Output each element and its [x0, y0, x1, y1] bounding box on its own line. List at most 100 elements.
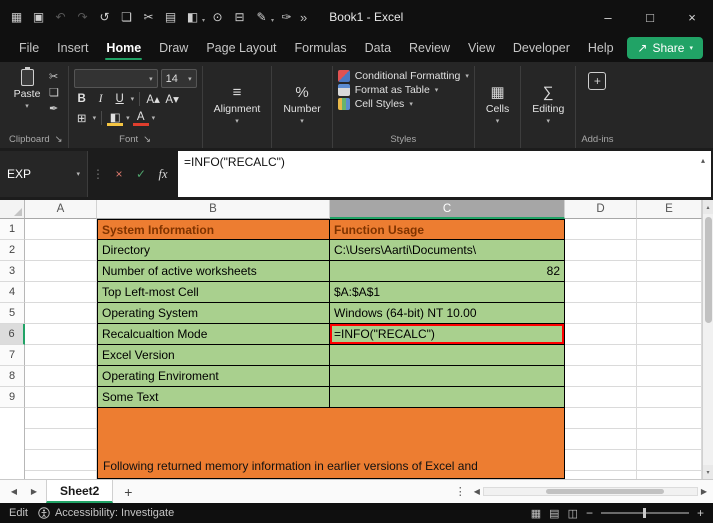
tab-file[interactable]: File	[10, 34, 48, 62]
dropdown-caret-icon[interactable]: ▾	[271, 17, 274, 24]
cell-A1[interactable]	[25, 219, 97, 240]
tab-formulas[interactable]: Formulas	[286, 34, 356, 62]
sheet-bar-splitter-icon[interactable]: ⋮	[451, 485, 470, 498]
redo-icon[interactable]: ↷	[72, 6, 93, 28]
cells-button[interactable]: ▦ Cells ▾	[480, 66, 515, 148]
minimize-button[interactable]: –	[587, 0, 629, 34]
cell-E9[interactable]	[637, 387, 702, 408]
camera-icon[interactable]: ⊙	[207, 6, 228, 28]
sheet-tab-sheet2[interactable]: Sheet2	[46, 480, 114, 503]
save-icon[interactable]: ▣	[28, 6, 49, 28]
row-header-3[interactable]: 3	[0, 261, 25, 282]
cell-C5[interactable]: Windows (64-bit) NT 10.00	[330, 303, 565, 324]
cell-E2[interactable]	[637, 240, 702, 261]
cell-E5[interactable]	[637, 303, 702, 324]
print-icon[interactable]: ⊟	[229, 6, 250, 28]
qat-overflow-icon[interactable]: »	[300, 10, 307, 25]
row-header-1[interactable]: 1	[0, 219, 25, 240]
tab-help[interactable]: Help	[579, 34, 623, 62]
formula-bar-handle-icon[interactable]: ⋮	[88, 151, 108, 197]
fill-color-icon[interactable]: ◧	[107, 111, 124, 126]
cell-B2[interactable]: Directory	[97, 240, 330, 261]
scroll-down-icon[interactable]: ▾	[703, 465, 713, 479]
cell-A6[interactable]	[25, 324, 97, 345]
addins-icon[interactable]: +	[588, 72, 607, 90]
cell-D8[interactable]	[565, 366, 637, 387]
cut-icon[interactable]: ✂	[49, 71, 59, 84]
conditional-formatting-button[interactable]: Conditional Formatting ▾	[337, 70, 469, 82]
cell-A8[interactable]	[25, 366, 97, 387]
sheet-nav-right-icon[interactable]: ▶	[26, 487, 42, 496]
row-header-6[interactable]: 6	[0, 324, 25, 345]
tab-review[interactable]: Review	[400, 34, 459, 62]
horizontal-scrollbar[interactable]: ◀ ▶	[474, 487, 707, 496]
cell-D6[interactable]	[565, 324, 637, 345]
page-layout-view-icon[interactable]: ▤	[549, 507, 559, 520]
horizontal-scroll-thumb[interactable]	[545, 489, 664, 494]
cell-B3[interactable]: Number of active worksheets	[97, 261, 330, 282]
formula-input[interactable]: =INFO("RECALC") ▴	[178, 151, 711, 197]
column-header-e[interactable]: E	[637, 200, 702, 219]
accessibility-status[interactable]: Accessibility: Investigate	[38, 507, 174, 519]
font-name-select[interactable]: ▾	[73, 69, 158, 88]
cell-C1[interactable]: Function Usage	[330, 219, 565, 240]
cell-C4[interactable]: $A:$A$1	[330, 282, 565, 303]
tab-draw[interactable]: Draw	[150, 34, 197, 62]
column-header-b[interactable]: B	[97, 200, 330, 219]
vertical-scrollbar[interactable]: ▴ ▾	[702, 200, 713, 479]
cell-B9[interactable]: Some Text	[97, 387, 330, 408]
cell-B1[interactable]: System Information	[97, 219, 330, 240]
number-button[interactable]: % Number ▾	[277, 66, 326, 148]
cell-B6[interactable]: Recalcualtion Mode	[97, 324, 330, 345]
decrease-font-size-icon[interactable]: A▾	[164, 91, 180, 107]
cancel-button[interactable]: ×	[108, 151, 130, 197]
sheet-nav-left-icon[interactable]: ◀	[6, 487, 22, 496]
row-header-2[interactable]: 2	[0, 240, 25, 261]
cell-A9[interactable]	[25, 387, 97, 408]
new-sheet-button[interactable]: +	[117, 484, 139, 500]
copy-icon[interactable]: ❏	[49, 87, 59, 100]
normal-view-icon[interactable]: ▦	[531, 507, 541, 520]
cell-B5[interactable]: Operating System	[97, 303, 330, 324]
row-header-8[interactable]: 8	[0, 366, 25, 387]
paste-button[interactable]: Paste ▾	[9, 66, 45, 110]
vertical-scroll-thumb[interactable]	[704, 217, 712, 324]
formula-bar-collapse-icon[interactable]: ▴	[701, 155, 705, 165]
cell-C2[interactable]: C:\Users\Aarti\Documents\	[330, 240, 565, 261]
cell-E1[interactable]	[637, 219, 702, 240]
row-header-7[interactable]: 7	[0, 345, 25, 366]
cell-D9[interactable]	[565, 387, 637, 408]
cell-E7[interactable]	[637, 345, 702, 366]
borders-caret-icon[interactable]: ▾	[93, 114, 97, 122]
column-header-d[interactable]: D	[565, 200, 637, 219]
font-color-icon[interactable]: A	[132, 111, 149, 126]
alignment-button[interactable]: ≡ Alignment ▾	[208, 66, 267, 148]
history-icon[interactable]: ↺	[94, 6, 115, 28]
cell-E6[interactable]	[637, 324, 702, 345]
cell-D5[interactable]	[565, 303, 637, 324]
tab-insert[interactable]: Insert	[48, 34, 97, 62]
insert-function-button[interactable]: fx	[152, 151, 174, 197]
underline-caret-icon[interactable]: ▾	[131, 95, 135, 103]
clipboard-icon[interactable]: ▤	[160, 6, 181, 28]
cell-A3[interactable]	[25, 261, 97, 282]
tab-view[interactable]: View	[459, 34, 504, 62]
font-size-select[interactable]: 14 ▾	[160, 69, 197, 88]
bold-button[interactable]: B	[74, 91, 90, 107]
row-header-9[interactable]: 9	[0, 387, 25, 408]
share-button[interactable]: ↗ Share ▾	[627, 37, 703, 59]
cell-A7[interactable]	[25, 345, 97, 366]
zoom-in-button[interactable]: +	[697, 506, 704, 520]
dropdown-caret-icon[interactable]: ▾	[202, 17, 205, 24]
close-button[interactable]: ×	[671, 0, 713, 34]
row-header-4[interactable]: 4	[0, 282, 25, 303]
font-dialog-launcher-icon[interactable]: ↘	[143, 134, 151, 145]
row-header-5[interactable]: 5	[0, 303, 25, 324]
borders-icon[interactable]: ⊞	[74, 110, 90, 126]
cell-C6-active[interactable]: =INFO("RECALC")	[330, 324, 565, 345]
cell-E4[interactable]	[637, 282, 702, 303]
font-color-caret-icon[interactable]: ▾	[152, 114, 156, 122]
cell-C8[interactable]	[330, 366, 565, 387]
zoom-slider-thumb[interactable]	[642, 508, 646, 518]
clipboard-dialog-launcher-icon[interactable]: ↘	[55, 134, 63, 145]
